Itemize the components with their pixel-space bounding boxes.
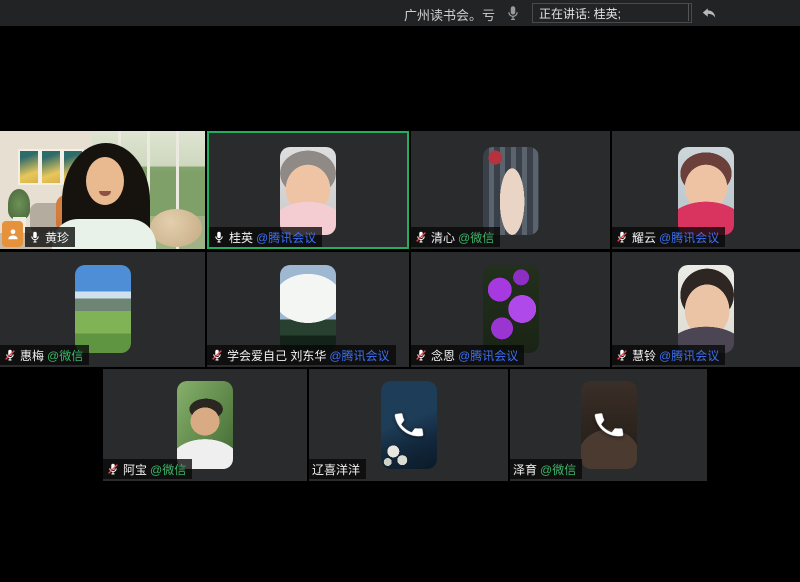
mic-muted-icon xyxy=(414,230,428,244)
mic-on-icon xyxy=(212,230,226,244)
video-tile-yaoyun[interactable]: 耀云 @腾讯会议 xyxy=(612,131,800,249)
mic-muted-icon xyxy=(106,462,120,476)
phone-call-overlay xyxy=(381,381,437,469)
participant-label: 惠梅 @微信 xyxy=(0,345,89,365)
video-tile-nianen[interactable]: 念恩 @腾讯会议 xyxy=(411,252,610,367)
video-tile-liaoxiyangyang[interactable]: 辽喜洋洋 xyxy=(309,369,508,481)
participant-name: 桂英 xyxy=(229,229,253,246)
participant-platform: @微信 xyxy=(540,461,576,478)
participant-label: 清心 @微信 xyxy=(411,227,500,247)
video-tile-huimei[interactable]: 惠梅 @微信 xyxy=(0,252,205,367)
video-tile-qingxin[interactable]: 清心 @微信 xyxy=(411,131,610,249)
active-speaker-indicator: 正在讲话: 桂英; xyxy=(532,3,692,23)
mic-muted-icon xyxy=(210,348,224,362)
participant-label: 念恩 @腾讯会议 xyxy=(411,345,524,365)
participant-platform: @腾讯会议 xyxy=(329,347,389,364)
participant-name: 清心 xyxy=(431,229,455,246)
participant-name: 惠梅 xyxy=(20,347,44,364)
avatar xyxy=(678,265,734,353)
participant-name: 阿宝 xyxy=(123,461,147,478)
scene-painting xyxy=(18,149,40,185)
participant-name: 慧铃 xyxy=(632,347,656,364)
participant-platform: @微信 xyxy=(47,347,83,364)
mic-on-icon xyxy=(28,230,42,244)
participant-platform: @微信 xyxy=(150,461,186,478)
participant-label: 黄珍 xyxy=(25,227,75,247)
participant-name: 耀云 xyxy=(632,229,656,246)
participant-label: 慧铃 @腾讯会议 xyxy=(612,345,725,365)
topbar-divider xyxy=(688,4,689,21)
mic-muted-icon xyxy=(615,348,629,362)
avatar xyxy=(483,265,539,353)
participant-platform: @微信 xyxy=(458,229,494,246)
reply-arrow-icon[interactable] xyxy=(698,3,720,23)
scene-person-face xyxy=(86,157,124,205)
video-tile-guiying[interactable]: 桂英 @腾讯会议 xyxy=(207,131,409,249)
participant-label: 桂英 @腾讯会议 xyxy=(209,227,322,247)
video-tile-huangzhen[interactable]: 黄珍 xyxy=(0,131,205,249)
avatar xyxy=(75,265,131,353)
participant-label: 耀云 @腾讯会议 xyxy=(612,227,725,247)
mic-muted-icon xyxy=(414,348,428,362)
meeting-window: 广州读书会。亏 正在讲话: 桂英; xyxy=(0,0,800,582)
host-badge xyxy=(2,221,23,247)
active-speaker-text: 正在讲话: 桂英; xyxy=(539,5,621,22)
avatar xyxy=(280,147,336,235)
scene-beanbag xyxy=(150,209,202,247)
avatar xyxy=(483,147,539,235)
participant-platform: @腾讯会议 xyxy=(659,229,719,246)
person-icon xyxy=(6,227,20,241)
avatar xyxy=(381,381,437,469)
mic-muted-icon xyxy=(3,348,17,362)
video-tile-liudonghua[interactable]: 学会爱自己 刘东华 @腾讯会议 xyxy=(207,252,409,367)
participant-name: 学会爱自己 刘东华 xyxy=(227,347,326,364)
phone-handset-icon xyxy=(589,406,627,444)
participant-name: 辽喜洋洋 xyxy=(312,461,360,478)
scene-painting xyxy=(40,149,62,185)
participant-label: 泽育 @微信 xyxy=(510,459,582,479)
avatar xyxy=(581,381,637,469)
participant-platform: @腾讯会议 xyxy=(458,347,518,364)
participant-label: 辽喜洋洋 xyxy=(309,459,366,479)
avatar xyxy=(177,381,233,469)
participant-label: 学会爱自己 刘东华 @腾讯会议 xyxy=(207,345,396,365)
meeting-title: 广州读书会。亏 xyxy=(404,5,495,24)
avatar xyxy=(280,265,336,353)
participant-platform: @腾讯会议 xyxy=(256,229,316,246)
scene-plant xyxy=(8,189,30,219)
mic-muted-icon xyxy=(615,230,629,244)
participant-name: 黄珍 xyxy=(45,229,69,246)
phone-call-overlay xyxy=(581,381,637,469)
meeting-top-bar: 广州读书会。亏 正在讲话: 桂英; xyxy=(0,0,800,26)
avatar xyxy=(678,147,734,235)
participant-label: 阿宝 @微信 xyxy=(103,459,192,479)
participant-platform: @腾讯会议 xyxy=(659,347,719,364)
video-tile-abao[interactable]: 阿宝 @微信 xyxy=(103,369,307,481)
topbar-microphone-icon[interactable] xyxy=(504,3,522,23)
participant-name: 念恩 xyxy=(431,347,455,364)
video-tile-huiling[interactable]: 慧铃 @腾讯会议 xyxy=(612,252,800,367)
participant-name: 泽育 xyxy=(513,461,537,478)
video-tile-zeyu[interactable]: 泽育 @微信 xyxy=(510,369,707,481)
phone-handset-icon xyxy=(389,406,427,444)
